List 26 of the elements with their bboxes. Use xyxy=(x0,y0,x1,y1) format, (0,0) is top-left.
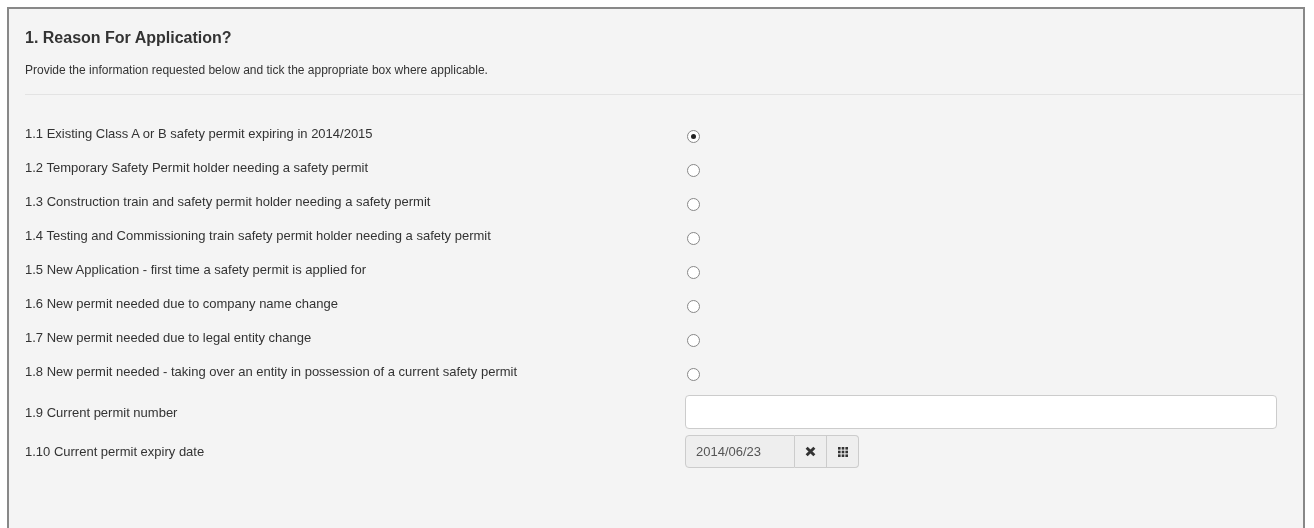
radio-button[interactable] xyxy=(687,231,700,245)
permit-number-field[interactable] xyxy=(685,395,1277,429)
field-label: 1.9 Current permit number xyxy=(25,404,179,420)
option-label: 1.1 Existing Class A or B safety permit expiring in 2014/2015 xyxy=(25,125,374,141)
radio-button[interactable] xyxy=(687,299,700,313)
option-label: 1.5 New Application - first time a safety permit is applied for xyxy=(25,261,368,277)
radio-button[interactable] xyxy=(687,197,700,211)
option-label: 1.3 Construction train and safety permit holder needing a safety permit xyxy=(25,193,432,209)
field-label: 1.10 Current permit expiry date xyxy=(25,444,206,459)
calendar-button[interactable] xyxy=(827,435,859,468)
option-label: 1.6 New permit needed due to company name change xyxy=(25,295,339,311)
option-label: 1.4 Testing and Commissioning train safety permit holder needing a safety permit xyxy=(25,227,492,243)
clear-button[interactable] xyxy=(795,435,827,468)
option-label: 1.8 New permit needed - taking over an entity in possession of a current safety permit xyxy=(25,363,519,379)
radio-button[interactable] xyxy=(687,163,700,177)
close-icon xyxy=(805,446,816,457)
grid-icon xyxy=(837,446,848,457)
radio-button[interactable] xyxy=(687,367,700,381)
option-label: 1.2 Temporary Safety Permit holder needing a safety permit xyxy=(25,159,369,175)
radio-button[interactable] xyxy=(687,333,700,347)
radio-button[interactable] xyxy=(687,129,700,143)
radio-button[interactable] xyxy=(687,265,700,279)
date-field[interactable]: 2014/06/23 xyxy=(685,435,795,468)
instructions-text: Provide the information requested below and tick the appropriate box where applicable. xyxy=(25,63,489,77)
section-title: 1. Reason For Application? xyxy=(25,29,233,47)
option-label: 1.7 New permit needed due to legal entity change xyxy=(25,329,313,345)
